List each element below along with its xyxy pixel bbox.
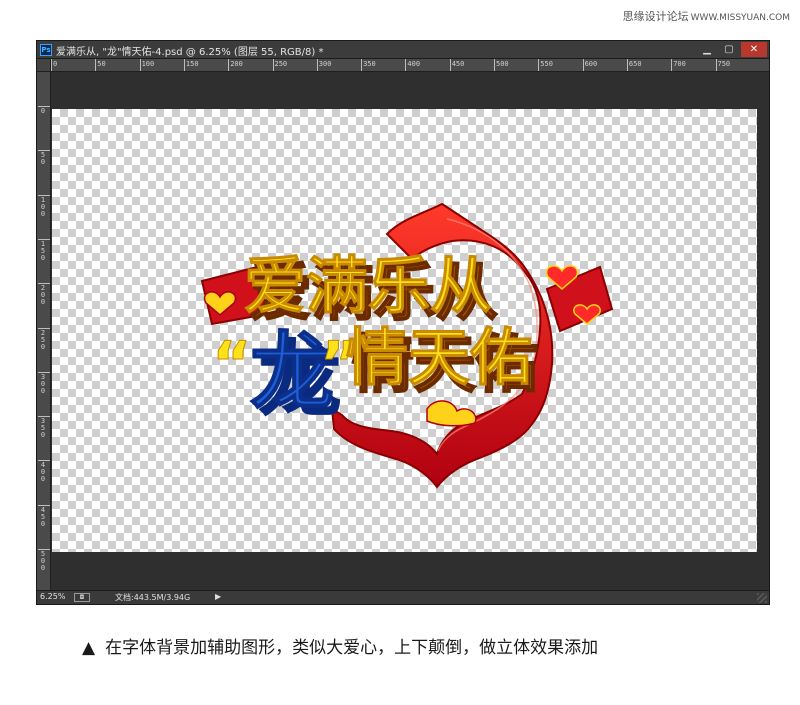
- title-artwork: 爱满乐从 爱满乐从 “ 龙 龙 ” 情天佑 情天佑: [200, 202, 614, 489]
- ruler-h-tick-mark: [139, 59, 141, 71]
- photoshop-document-window: Ps 爱满乐从, "龙"情天佑-4.psd @ 6.25% (图层 55, RG…: [36, 40, 770, 605]
- document-size-info: 文档:443.5M/3.94G: [115, 593, 191, 602]
- ruler-h-tick-label: 450: [451, 60, 465, 68]
- ruler-h-tick-label: 150: [185, 60, 199, 68]
- ruler-h-tick-label: 50: [97, 60, 106, 68]
- ruler-h-tick-label: 0: [53, 60, 58, 68]
- ruler-h-tick-mark: [272, 59, 274, 71]
- ruler-v-tick-mark: [38, 416, 50, 418]
- ruler-v-tick-label: 150: [40, 239, 46, 262]
- ruler-v-tick-mark: [38, 549, 50, 550]
- ruler-origin-corner[interactable]: [37, 59, 51, 72]
- ruler-v-tick-label: 400: [40, 461, 46, 484]
- ruler-h-tick-mark: [582, 59, 584, 71]
- ruler-h-tick-label: 350: [363, 60, 376, 68]
- watermark-site-name: 思缘设计论坛: [622, 10, 689, 23]
- ruler-h-tick-mark: [626, 59, 628, 71]
- ruler-v-tick-mark: [38, 194, 50, 196]
- ruler-h-tick-label: 300: [318, 60, 332, 68]
- ruler-v-tick-mark: [38, 327, 50, 329]
- ruler-v-tick-label: 250: [40, 328, 46, 351]
- vertical-ruler[interactable]: 0 50 100 150 200 250 300 350 400 450 500: [37, 72, 51, 590]
- close-button[interactable]: ✕: [741, 42, 767, 57]
- ruler-h-tick-label: 550: [540, 60, 553, 68]
- ruler-v-tick-mark: [38, 238, 50, 240]
- zoom-level[interactable]: 6.25%: [40, 592, 65, 601]
- ruler-v-tick-mark: [38, 504, 50, 506]
- ruler-v-tick-label: 500: [40, 550, 46, 572]
- ruler-h-tick-mark: [538, 59, 540, 71]
- ruler-h-tick-mark: [228, 59, 230, 71]
- ruler-h-tick-label: 750: [717, 60, 731, 68]
- watermark-url: WWW.MISSYUAN.COM: [690, 13, 790, 23]
- window-titlebar[interactable]: Ps 爱满乐从, "龙"情天佑-4.psd @ 6.25% (图层 55, RG…: [37, 41, 769, 59]
- ruler-h-tick-mark: [361, 59, 363, 71]
- ruler-h-tick-label: 600: [584, 60, 598, 68]
- headline-line1: 爱满乐从: [244, 249, 492, 322]
- ruler-v-tick-label: 0: [40, 107, 46, 115]
- ruler-v-tick-mark: [38, 283, 50, 285]
- figure-caption: ▲ 在字体背景加辅助图形，类似大爱心，上下颠倒，做立体效果添加: [82, 633, 598, 658]
- ruler-h-tick-label: 700: [673, 60, 686, 68]
- ruler-v-tick-label: 100: [40, 195, 46, 218]
- caption-marker-icon: ▲: [82, 638, 96, 658]
- document-title: 爱满乐从, "龙"情天佑-4.psd @ 6.25% (图层 55, RGB/8…: [56, 47, 324, 58]
- status-bar-icon[interactable]: ◘: [74, 593, 90, 602]
- ruler-v-tick-mark: [38, 460, 50, 462]
- site-watermark: 思缘设计论坛 WWW.MISSYUAN.COM: [623, 8, 790, 24]
- ruler-h-tick-mark: [316, 59, 318, 71]
- ruler-v-tick-mark: [38, 150, 50, 152]
- document-canvas[interactable]: 爱满乐从 爱满乐从 “ 龙 龙 ” 情天佑 情天佑: [52, 109, 757, 552]
- ruler-h-tick-mark: [51, 59, 52, 71]
- maximize-button[interactable]: ▢: [719, 42, 739, 57]
- ruler-v-tick-mark: [38, 106, 50, 107]
- headline-line2: 情天佑: [346, 321, 532, 394]
- ruler-h-tick-mark: [715, 59, 717, 71]
- ruler-h-tick-mark: [95, 59, 97, 71]
- ruler-h-tick-label: 250: [274, 60, 288, 68]
- quote-open: “: [212, 329, 251, 399]
- cloud-motif: [426, 400, 477, 427]
- ruler-h-tick-mark: [449, 59, 451, 71]
- ruler-v-tick-label: 350: [40, 417, 46, 440]
- ruler-v-tick-label: 200: [40, 284, 46, 307]
- status-bar: 6.25% ◘ 文档:443.5M/3.94G ▶: [37, 590, 769, 604]
- resize-grip[interactable]: [757, 593, 767, 603]
- ruler-h-tick-mark: [671, 59, 673, 71]
- ruler-h-tick-label: 400: [407, 60, 421, 68]
- ruler-h-tick-mark: [405, 59, 407, 71]
- ruler-h-tick-mark: [183, 59, 185, 71]
- pasteboard[interactable]: 爱满乐从 爱满乐从 “ 龙 龙 ” 情天佑 情天佑: [51, 72, 769, 590]
- ruler-h-tick-label: 650: [628, 60, 642, 68]
- ruler-h-tick-label: 500: [496, 60, 509, 68]
- ruler-h-tick-label: 200: [230, 60, 243, 68]
- status-menu-arrow-icon[interactable]: ▶: [215, 592, 221, 601]
- caption-text: 在字体背景加辅助图形，类似大爱心，上下颠倒，做立体效果添加: [105, 638, 599, 658]
- ruler-v-tick-mark: [38, 371, 50, 373]
- ruler-v-tick-label: 50: [40, 151, 46, 167]
- minimize-button[interactable]: ▁: [697, 42, 717, 57]
- ruler-h-tick-mark: [494, 59, 495, 71]
- ruler-v-tick-label: 450: [40, 505, 46, 528]
- photoshop-app-icon: Ps: [40, 44, 52, 56]
- ruler-v-tick-label: 300: [40, 372, 46, 395]
- ruler-h-tick-label: 100: [141, 60, 155, 68]
- horizontal-ruler[interactable]: 0 50 100 150 200 250 300 350 400 450 500 550 600 650 7…: [51, 59, 769, 72]
